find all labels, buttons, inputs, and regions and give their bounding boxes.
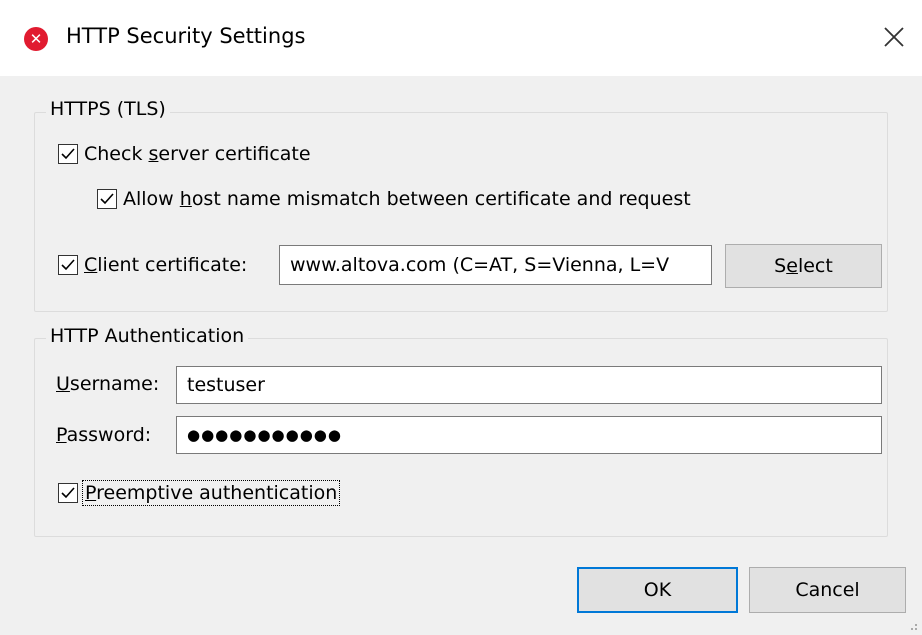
- preemptive-auth-label: Preemptive authentication: [81, 480, 341, 506]
- check-server-certificate-label: Check server certificate: [84, 143, 311, 165]
- checkmark-icon: [61, 487, 75, 499]
- checkmark-icon: [61, 259, 75, 271]
- checkmark-icon: [100, 193, 114, 205]
- client-certificate-field[interactable]: www.altova.com (C=AT, S=Vienna, L=V: [279, 245, 712, 285]
- allow-host-mismatch-row[interactable]: Allow host name mismatch between certifi…: [97, 188, 691, 210]
- resize-grip-icon[interactable]: [906, 619, 918, 631]
- preemptive-auth-row[interactable]: Preemptive authentication: [58, 480, 341, 506]
- auth-group-title: HTTP Authentication: [46, 325, 249, 347]
- close-button[interactable]: [866, 0, 922, 76]
- client-certificate-label: Client certificate:: [84, 254, 248, 276]
- window-title: HTTP Security Settings: [66, 24, 306, 48]
- altova-x-icon: ✕: [24, 27, 48, 51]
- cancel-button[interactable]: Cancel: [749, 567, 906, 613]
- select-certificate-button[interactable]: Select: [725, 244, 882, 288]
- title-bar: ✕ HTTP Security Settings: [0, 0, 922, 76]
- client-certificate-checkbox[interactable]: [58, 255, 78, 275]
- username-label: Username:: [56, 373, 160, 395]
- username-input[interactable]: testuser: [176, 366, 882, 404]
- password-input[interactable]: ●●●●●●●●●●●: [176, 416, 882, 454]
- allow-host-mismatch-checkbox[interactable]: [97, 189, 117, 209]
- ok-button[interactable]: OK: [577, 567, 738, 613]
- check-server-certificate-checkbox[interactable]: [58, 144, 78, 164]
- close-icon: [884, 27, 904, 47]
- checkmark-icon: [61, 148, 75, 160]
- client-certificate-row[interactable]: Client certificate:: [58, 254, 247, 276]
- allow-host-mismatch-label: Allow host name mismatch between certifi…: [123, 188, 691, 210]
- check-server-certificate-row[interactable]: Check server certificate: [58, 143, 311, 165]
- password-label: Password:: [56, 424, 152, 446]
- https-group-title: HTTPS (TLS): [46, 98, 170, 120]
- preemptive-auth-checkbox[interactable]: [58, 483, 78, 503]
